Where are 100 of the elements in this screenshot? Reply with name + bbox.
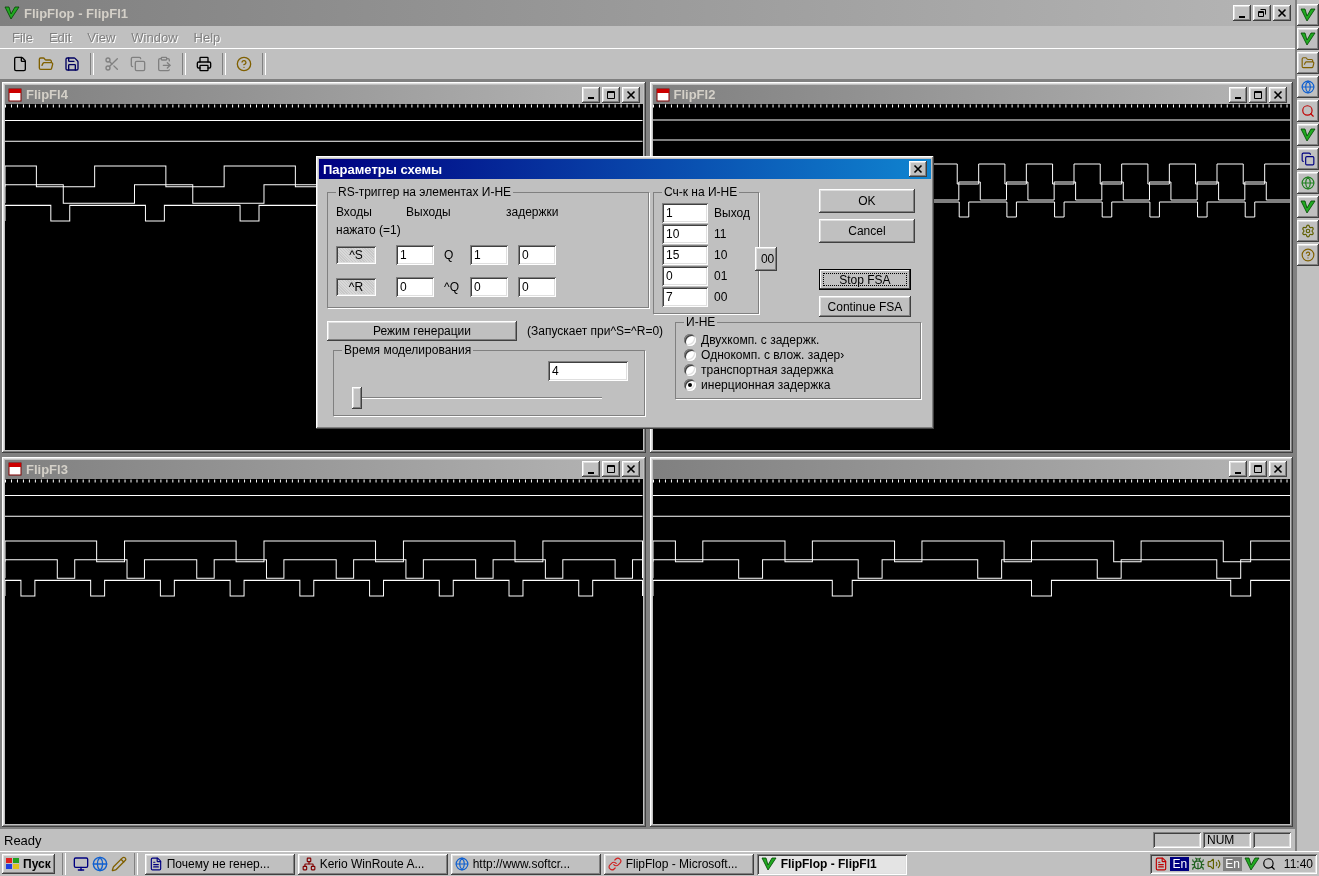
minimize-icon [587,97,594,99]
minimize-button[interactable] [581,461,600,477]
counter-label: 10 [714,248,728,262]
radio-button[interactable] [684,349,697,361]
maximize-button[interactable] [1249,86,1267,103]
pressed-note: нажато (=1) [336,223,401,237]
delay-field[interactable]: 0 [518,245,556,265]
time-field[interactable]: 4 [548,361,628,381]
taskbar-button[interactable]: Почему не генер... [144,853,295,875]
close-button[interactable] [909,161,927,177]
dialog-button[interactable]: Cancel [818,219,915,243]
language-indicator[interactable]: En [1223,857,1242,871]
open-folder-icon[interactable] [1297,52,1319,74]
maximize-icon [1253,464,1263,474]
minimize-icon [1235,97,1241,99]
network-icon [301,857,316,871]
flipflop-icon [760,857,777,871]
close-button[interactable] [1273,5,1291,21]
language-indicator[interactable]: En [1170,857,1190,871]
close-button[interactable] [621,461,640,477]
document-icon [8,462,22,476]
close-button[interactable] [1269,461,1287,477]
group-legend: Время моделирования [342,343,474,357]
time-slider[interactable] [352,387,602,409]
close-button[interactable] [621,86,640,103]
document-icon [148,857,163,871]
maximize-button[interactable] [601,86,620,103]
radio-button[interactable] [684,364,697,376]
counter-button[interactable]: 00 [754,247,777,271]
delay-field[interactable]: 1 [470,245,508,265]
counter-label: 11 [714,227,727,241]
fsa-button[interactable]: Stop FSA [818,269,911,290]
delay-field[interactable]: 0 [518,277,556,297]
minimize-button[interactable] [581,86,600,103]
close-button[interactable] [1269,86,1287,103]
radio-button[interactable] [684,334,697,346]
counter-field[interactable]: 7 [662,287,708,307]
settings-icon[interactable] [1297,220,1319,242]
document-icon [655,87,670,102]
app-icon [4,6,20,20]
link-icon [607,857,622,871]
taskbar-button[interactable]: Kerio WinRoute A... [297,853,448,875]
group-legend: И-НЕ [684,315,718,329]
window-title: FlipFlop - FlipFl1 [24,5,128,21]
radio-option[interactable]: Двухкомп. с задержк. [684,333,913,347]
slider-thumb[interactable] [352,387,362,409]
v-mark-icon[interactable] [1297,4,1319,26]
counter-field[interactable]: 0 [662,266,708,286]
counter-label: 00 [714,290,728,304]
group-legend: RS-триггер на элементах И-НЕ [336,185,514,199]
v-mark-icon[interactable] [1297,28,1319,50]
maximize-button[interactable] [601,461,620,477]
minimize-icon [1235,471,1241,474]
help-icon[interactable] [1297,244,1319,266]
radio-option[interactable]: транспортная задержка [684,363,913,377]
status-text: Ready [4,832,43,848]
output-field[interactable]: 1 [396,245,434,265]
status-pane [1153,832,1201,848]
dialog-title: Параметры схемы [323,161,443,177]
dialog-button[interactable]: OK [818,189,915,213]
maximize-icon [605,464,616,474]
restore-icon [1257,8,1267,18]
minimize-button[interactable] [1229,86,1247,103]
counter-field[interactable]: 15 [662,245,708,265]
document-icon [8,87,22,102]
globe-icon[interactable] [1297,76,1319,98]
input-toggle-button[interactable]: ^R [336,278,376,296]
status-indicator: NUM [1203,832,1251,848]
calendar-icon [1154,857,1169,871]
start-button[interactable]: Пуск [2,854,55,874]
taskbar-button[interactable]: http://www.softcr... [450,853,601,875]
minimize-button[interactable] [1233,5,1251,21]
maximize-icon [1253,89,1263,100]
document-title: FlipFl2 [673,87,716,102]
close-icon [625,89,636,100]
globe-icon[interactable] [1297,172,1319,194]
counter-field[interactable]: 1 [662,203,708,223]
output-field[interactable]: 0 [396,277,434,297]
v-mark-icon[interactable] [1297,196,1319,218]
search-icon[interactable] [1297,100,1319,122]
delay-field[interactable]: 0 [470,277,508,297]
fsa-button[interactable]: Continue FSA [818,296,911,317]
taskbar-button[interactable]: FlipFlop - Microsoft... [603,853,754,875]
v-mark-icon[interactable] [1297,124,1319,146]
generation-mode-button[interactable]: Режим генерации [327,321,517,341]
counter-field[interactable]: 10 [662,224,708,244]
radio-option[interactable]: инерционная задержка [684,378,913,392]
taskbar-button[interactable]: FlipFlop - FlipFl1 [756,853,907,875]
search-icon [1261,857,1276,871]
input-toggle-button[interactable]: ^S [336,246,376,264]
globe-icon [454,857,469,871]
maximize-button[interactable] [1249,461,1267,477]
windows-flag-icon [6,858,20,870]
minimize-button[interactable] [1229,461,1247,477]
desktop-icon [72,856,89,872]
radio-option[interactable]: Однокомп. с влож. задер› [684,348,913,362]
copy-icon[interactable] [1297,148,1319,170]
radio-button[interactable] [684,379,697,391]
restore-button[interactable] [1253,5,1271,21]
output-label: ^Q [444,280,460,294]
